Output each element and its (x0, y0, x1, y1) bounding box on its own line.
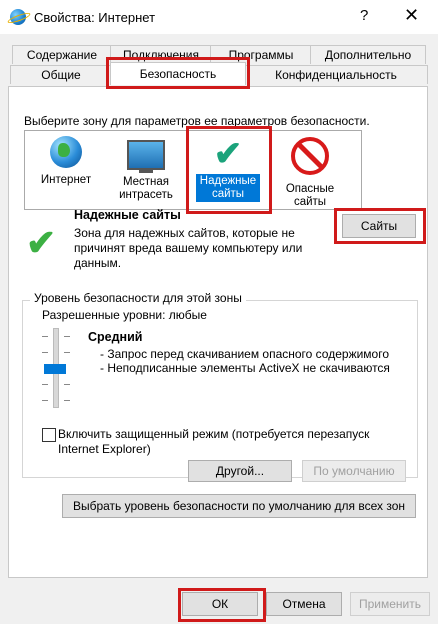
tab-advanced[interactable]: Дополнительно (310, 45, 426, 64)
tab-security[interactable]: Безопасность (110, 62, 246, 85)
level-bullet: - Запрос перед скачиванием опасного соде… (100, 347, 390, 361)
zone-description: Зона для надежных сайтов, которые не при… (74, 226, 303, 270)
zone-label: Местная интрасеть (119, 176, 173, 201)
slider-tick (42, 352, 48, 353)
sites-button[interactable]: Сайты (342, 214, 416, 238)
zone-label: Интернет (40, 174, 92, 186)
apply-button[interactable]: Применить (350, 592, 430, 616)
zone-label: Надежные сайты (196, 174, 260, 202)
slider-tick (64, 336, 70, 337)
monitor-icon (127, 140, 165, 173)
level-bullet: - Неподписанные элементы ActiveX не скач… (100, 361, 390, 375)
zone-label: Опасные сайты (285, 183, 335, 208)
zone-prompt: Выберите зону для параметров ее параметр… (24, 114, 370, 128)
slider-tick (42, 336, 48, 337)
tab-privacy[interactable]: Конфиденциальность (244, 65, 428, 84)
globe-icon (50, 136, 82, 168)
protected-mode-label: Включить защищенный режим (потребуется п… (58, 427, 370, 456)
protected-mode-checkbox[interactable] (42, 428, 56, 442)
slider-tick (42, 384, 48, 385)
slider-tick (64, 384, 70, 385)
allowed-levels: Разрешенные уровни: любые (42, 308, 207, 322)
level-name: Средний (88, 330, 143, 344)
zone-title: Надежные сайты (74, 208, 181, 222)
trusted-check-icon: ✔ (26, 222, 57, 263)
ok-button[interactable]: ОК (182, 592, 258, 616)
close-button[interactable]: ✕ (404, 5, 419, 26)
default-level-button[interactable]: По умолчанию (302, 460, 406, 482)
cancel-button[interactable]: Отмена (266, 592, 342, 616)
zone-internet[interactable]: Интернет (34, 136, 98, 187)
zone-trusted-sites[interactable]: ✔ Надежные сайты (196, 136, 260, 202)
window-title: Свойства: Интернет (34, 10, 156, 25)
slider-tick (64, 352, 70, 353)
zone-restricted-sites[interactable]: Опасные сайты (278, 136, 342, 209)
zone-local-intranet[interactable]: Местная интрасеть (114, 136, 178, 202)
custom-level-button[interactable]: Другой... (188, 460, 292, 482)
no-entry-icon (291, 137, 329, 175)
title-bar: Свойства: Интернет ? ✕ (0, 0, 438, 34)
security-level-title: Уровень безопасности для этой зоны (30, 291, 246, 305)
slider-tick (42, 400, 48, 401)
help-button[interactable]: ? (360, 7, 368, 24)
tab-general[interactable]: Общие (10, 65, 112, 84)
slider-thumb[interactable] (44, 364, 66, 374)
checkmark-icon: ✔ (213, 135, 243, 173)
reset-all-zones-button[interactable]: Выбрать уровень безопасности по умолчани… (62, 494, 416, 518)
tab-content[interactable]: Содержание (12, 45, 112, 64)
slider-tick (64, 400, 70, 401)
internet-options-icon (10, 9, 26, 25)
